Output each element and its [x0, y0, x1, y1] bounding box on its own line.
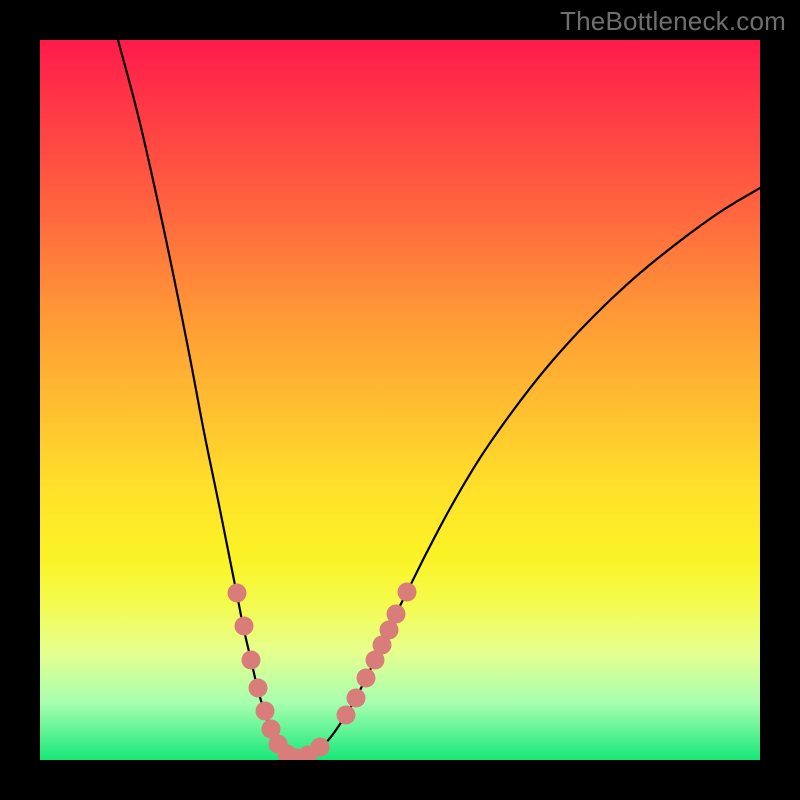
bottleneck-curve — [118, 40, 760, 759]
plot-area — [40, 40, 760, 760]
bead-marker — [311, 738, 330, 757]
beads-group — [228, 583, 417, 761]
chart-stage: TheBottleneck.com — [0, 0, 800, 800]
bead-marker — [357, 669, 376, 688]
bead-marker — [337, 706, 356, 725]
bead-marker — [398, 583, 417, 602]
watermark-text: TheBottleneck.com — [560, 6, 786, 37]
bead-marker — [235, 617, 254, 636]
bead-marker — [242, 651, 261, 670]
plot-svg — [40, 40, 760, 760]
bead-marker — [228, 584, 247, 603]
bead-marker — [347, 689, 366, 708]
bead-marker — [387, 605, 406, 624]
bead-marker — [249, 679, 268, 698]
bead-marker — [256, 702, 275, 721]
